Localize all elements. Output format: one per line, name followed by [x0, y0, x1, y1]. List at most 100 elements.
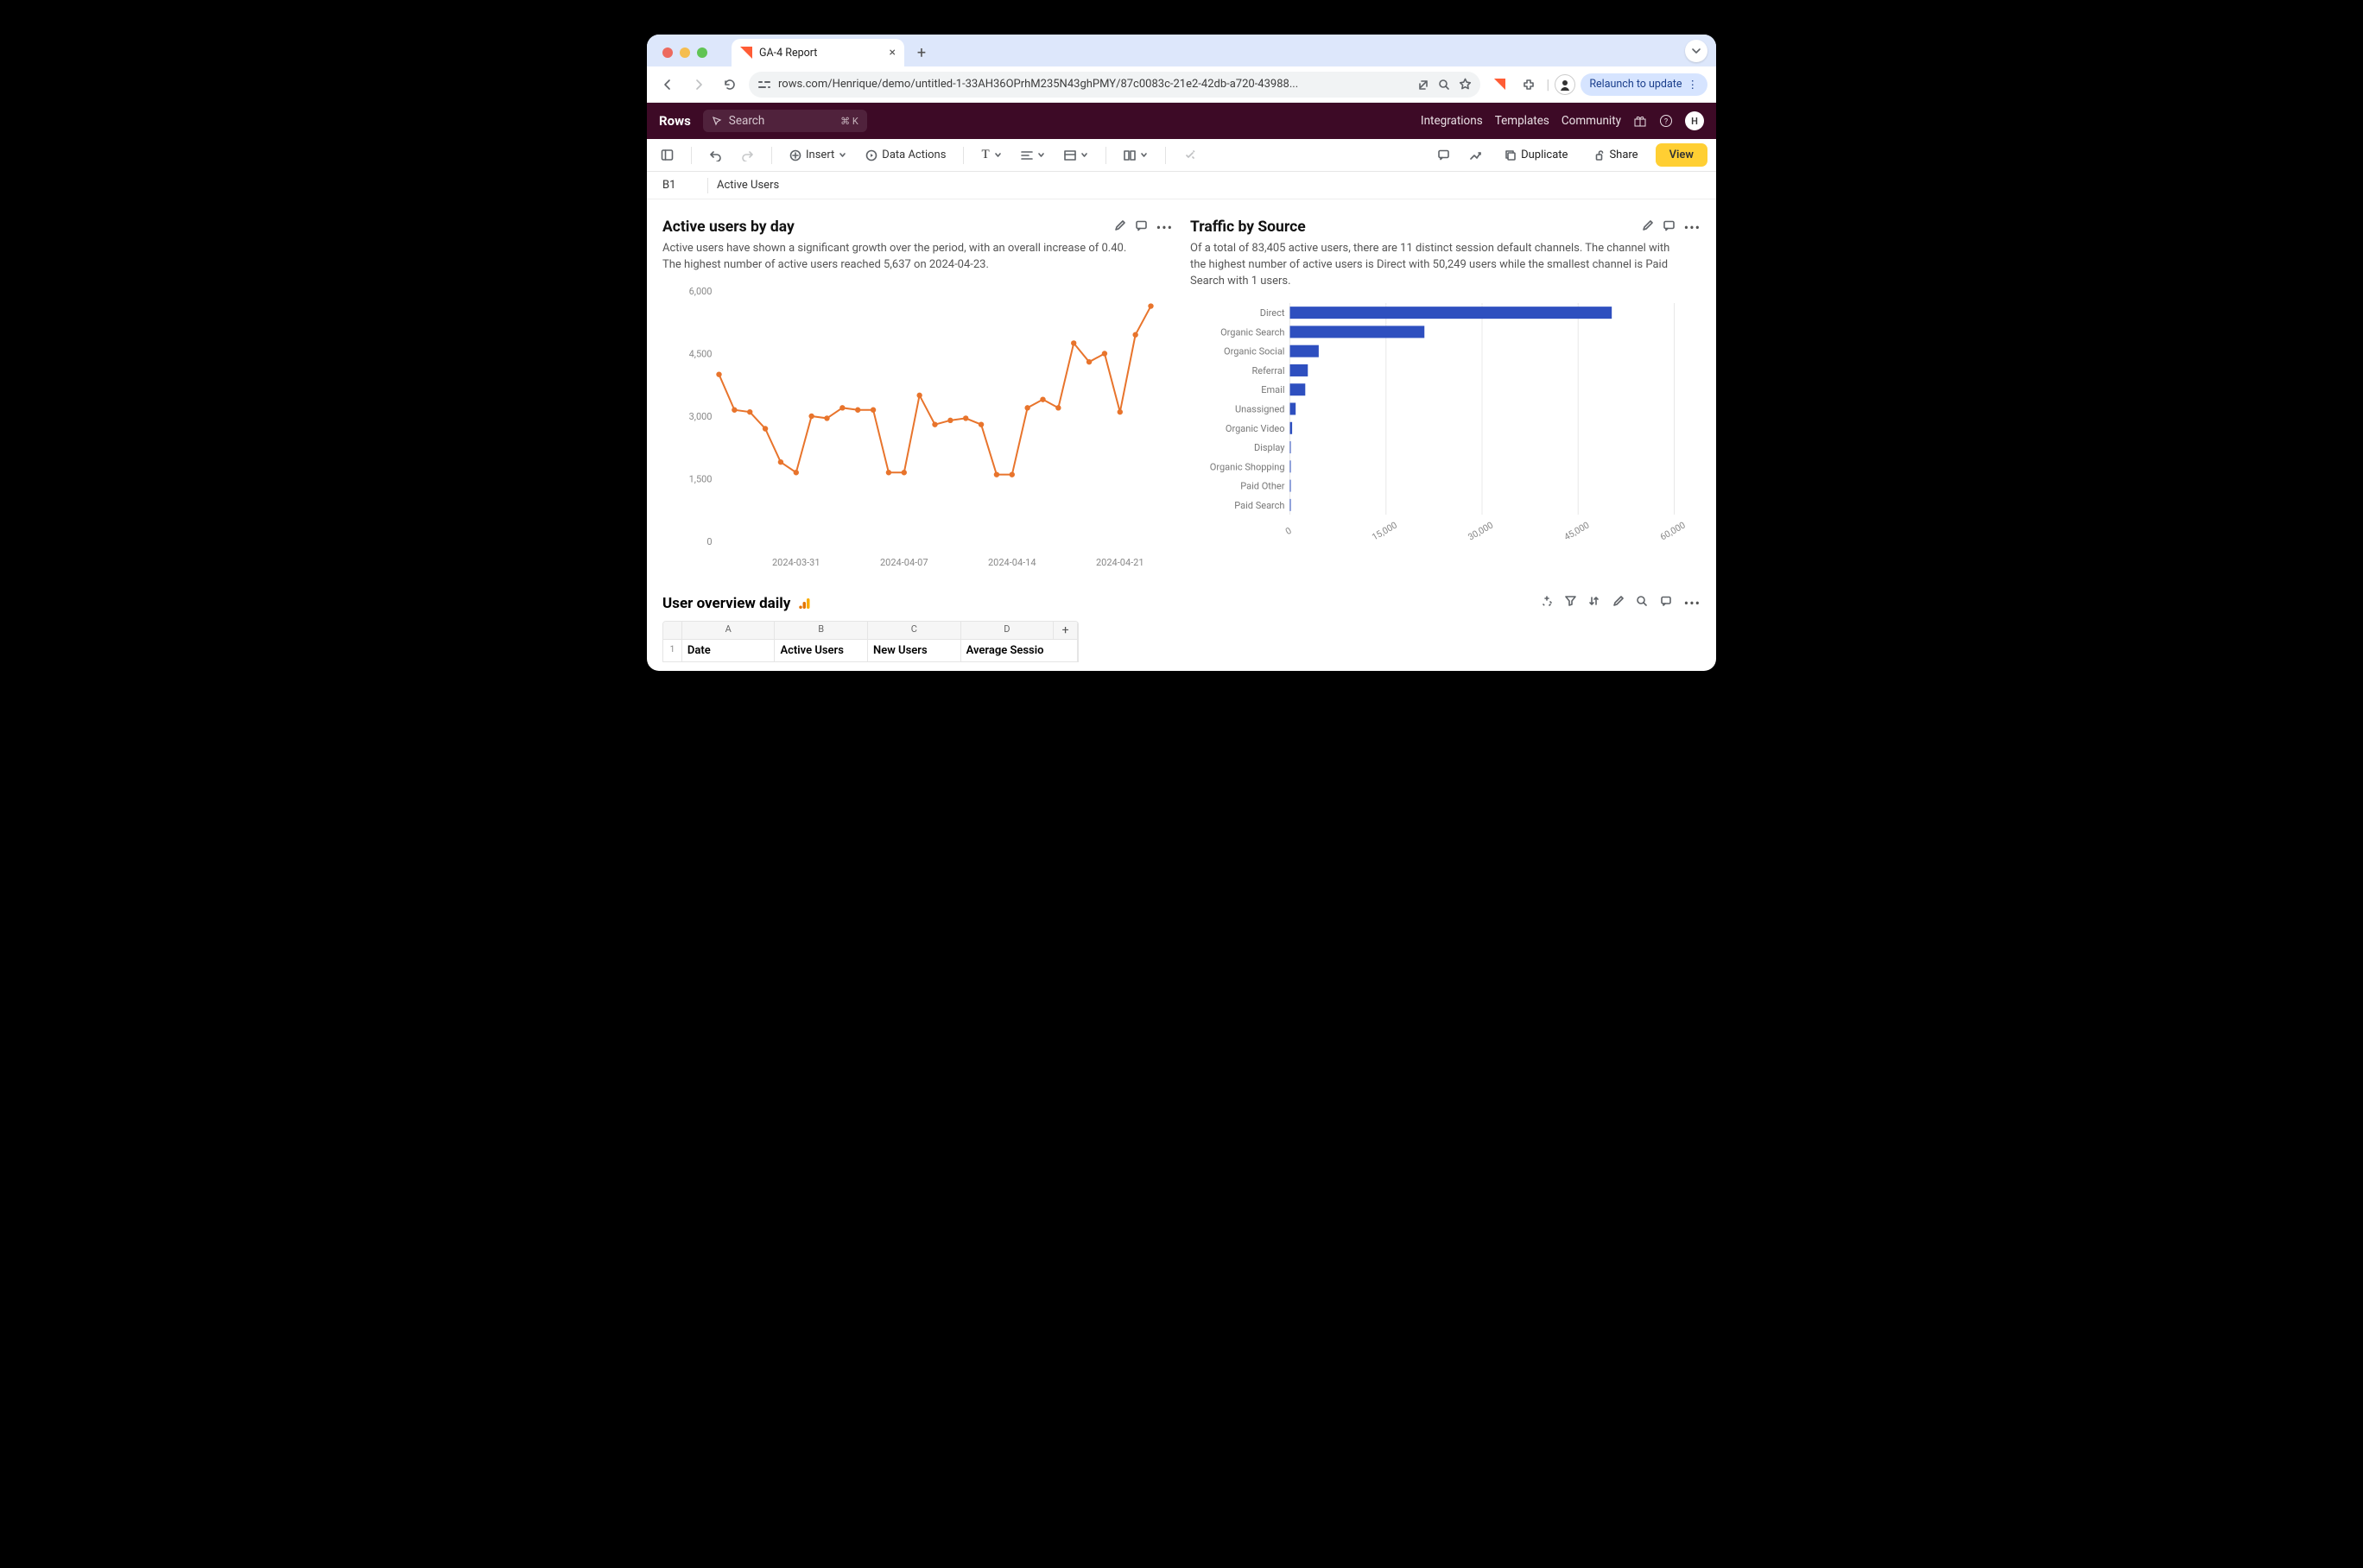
sidebar-toggle[interactable] — [656, 145, 679, 165]
svg-text:2024-03-31: 2024-03-31 — [772, 557, 820, 568]
window-controls — [656, 47, 714, 66]
comments-button[interactable] — [1432, 145, 1455, 165]
svg-text:Organic Search: Organic Search — [1220, 326, 1284, 338]
col-header-d[interactable]: D — [961, 622, 1055, 640]
panel-title: Active users by day — [662, 218, 795, 236]
panel-description: Active users have shown a significant gr… — [662, 241, 1146, 274]
bookmark-star-icon[interactable] — [1459, 78, 1472, 91]
analytics-button[interactable] — [1464, 145, 1487, 165]
panel-tools: ••• — [1113, 219, 1173, 236]
search-icon[interactable] — [1636, 595, 1648, 607]
panel-user-overview: User overview daily ••• A B C D + — [647, 576, 1716, 671]
comment-icon[interactable] — [1135, 219, 1148, 232]
forward-button[interactable] — [687, 73, 711, 97]
tabs-menu-button[interactable] — [1685, 40, 1707, 62]
ai-button[interactable] — [1178, 145, 1201, 165]
view-button[interactable]: View — [1656, 143, 1707, 167]
active-cell-ref[interactable]: B1 — [647, 179, 699, 192]
layout-button[interactable] — [1118, 147, 1153, 164]
close-window-button[interactable] — [662, 47, 673, 58]
address-field[interactable]: rows.com/Henrique/demo/untitled-1-33AH36… — [749, 72, 1480, 98]
panel-title: Traffic by Source — [1190, 218, 1306, 236]
global-search[interactable]: Search ⌘ K — [703, 110, 867, 132]
nav-templates[interactable]: Templates — [1495, 114, 1549, 128]
cell-b1[interactable]: Active Users — [775, 640, 868, 661]
nav-community[interactable]: Community — [1562, 114, 1621, 128]
svg-text:2024-04-07: 2024-04-07 — [880, 557, 928, 568]
sparkle-icon[interactable] — [1541, 595, 1553, 607]
profile-avatar[interactable] — [1555, 74, 1575, 95]
align-button[interactable] — [1016, 147, 1050, 164]
duplicate-button[interactable]: Duplicate — [1496, 144, 1576, 166]
new-tab-button[interactable]: + — [909, 41, 934, 65]
svg-text:Display: Display — [1254, 442, 1285, 453]
select-all-corner[interactable] — [663, 622, 682, 640]
brand-logo[interactable]: Rows — [659, 113, 691, 129]
bar-chart[interactable]: 015,00030,00045,00060,000DirectOrganic S… — [1190, 299, 1701, 558]
svg-text:1,500: 1,500 — [689, 473, 713, 484]
filter-icon[interactable] — [1565, 595, 1576, 606]
svg-text:15,000: 15,000 — [1370, 519, 1399, 542]
cell-c1[interactable]: New Users — [868, 640, 961, 661]
cell-d1[interactable]: Average Sessio — [961, 640, 1078, 661]
gift-icon[interactable] — [1633, 114, 1647, 128]
svg-text:Paid Search: Paid Search — [1234, 499, 1284, 510]
browser-tab[interactable]: GA-4 Report × — [732, 39, 904, 66]
cell-format-button[interactable] — [1059, 147, 1093, 164]
svg-text:0: 0 — [706, 536, 712, 547]
redo-button[interactable] — [736, 145, 759, 165]
close-tab-icon[interactable]: × — [890, 46, 896, 60]
line-chart[interactable]: 01,5003,0004,5006,0002024-03-312024-04-0… — [662, 282, 1173, 576]
text-format-button[interactable]: T — [976, 144, 1006, 166]
user-avatar[interactable]: H — [1685, 111, 1704, 130]
comment-icon[interactable] — [1663, 219, 1676, 232]
svg-text:2024-04-21: 2024-04-21 — [1096, 557, 1144, 568]
rows-extension-icon[interactable] — [1487, 73, 1511, 97]
svg-text:3,000: 3,000 — [689, 411, 713, 422]
more-icon[interactable]: ••• — [1684, 595, 1701, 611]
row-number[interactable]: 1 — [663, 640, 682, 661]
svg-text:Email: Email — [1261, 384, 1284, 395]
panel-tools: ••• — [1641, 219, 1701, 236]
help-icon[interactable]: ? — [1659, 114, 1673, 128]
active-cell-value[interactable]: Active Users — [717, 179, 779, 192]
insert-button[interactable]: Insert — [784, 145, 852, 165]
data-actions-button[interactable]: Data Actions — [860, 145, 951, 165]
minimize-window-button[interactable] — [680, 47, 690, 58]
cell-a1[interactable]: Date — [682, 640, 776, 661]
share-button[interactable]: Share — [1585, 144, 1646, 166]
edit-icon[interactable] — [1113, 219, 1126, 232]
comment-icon[interactable] — [1660, 595, 1672, 607]
extensions-icon[interactable] — [1517, 73, 1541, 97]
overview-tools: ••• — [1541, 595, 1701, 611]
edit-icon[interactable] — [1641, 219, 1654, 232]
relaunch-button[interactable]: Relaunch to update ⋮ — [1581, 73, 1707, 96]
undo-button[interactable] — [704, 145, 727, 165]
tab-title: GA-4 Report — [759, 47, 817, 60]
col-header-b[interactable]: B — [775, 622, 868, 640]
zoom-icon[interactable] — [1438, 79, 1450, 91]
col-header-a[interactable]: A — [682, 622, 776, 640]
edit-icon[interactable] — [1612, 595, 1624, 607]
sheet-table[interactable]: A B C D + 1 Date Active Users New Users … — [662, 621, 1079, 662]
column-header-row: A B C D + — [663, 622, 1078, 640]
reload-button[interactable] — [718, 73, 742, 97]
open-external-icon[interactable] — [1417, 79, 1429, 91]
more-icon[interactable]: ••• — [1684, 219, 1701, 236]
panel-description: Of a total of 83,405 active users, there… — [1190, 241, 1674, 290]
site-settings-icon — [757, 79, 771, 91]
back-button[interactable] — [656, 73, 680, 97]
col-header-c[interactable]: C — [868, 622, 961, 640]
formula-bar: B1 Active Users — [647, 172, 1716, 199]
svg-text:4,500: 4,500 — [689, 348, 713, 359]
add-column-button[interactable]: + — [1054, 622, 1078, 640]
table-row: 1 Date Active Users New Users Average Se… — [663, 640, 1078, 661]
toolbar: Insert Data Actions T Duplicate Share Vi… — [647, 139, 1716, 172]
tab-strip: GA-4 Report × + — [647, 35, 1716, 66]
google-analytics-icon — [797, 596, 813, 611]
nav-integrations[interactable]: Integrations — [1421, 114, 1483, 128]
maximize-window-button[interactable] — [697, 47, 707, 58]
address-bar: rows.com/Henrique/demo/untitled-1-33AH36… — [647, 66, 1716, 103]
sort-icon[interactable] — [1588, 595, 1600, 607]
more-icon[interactable]: ••• — [1156, 219, 1173, 236]
